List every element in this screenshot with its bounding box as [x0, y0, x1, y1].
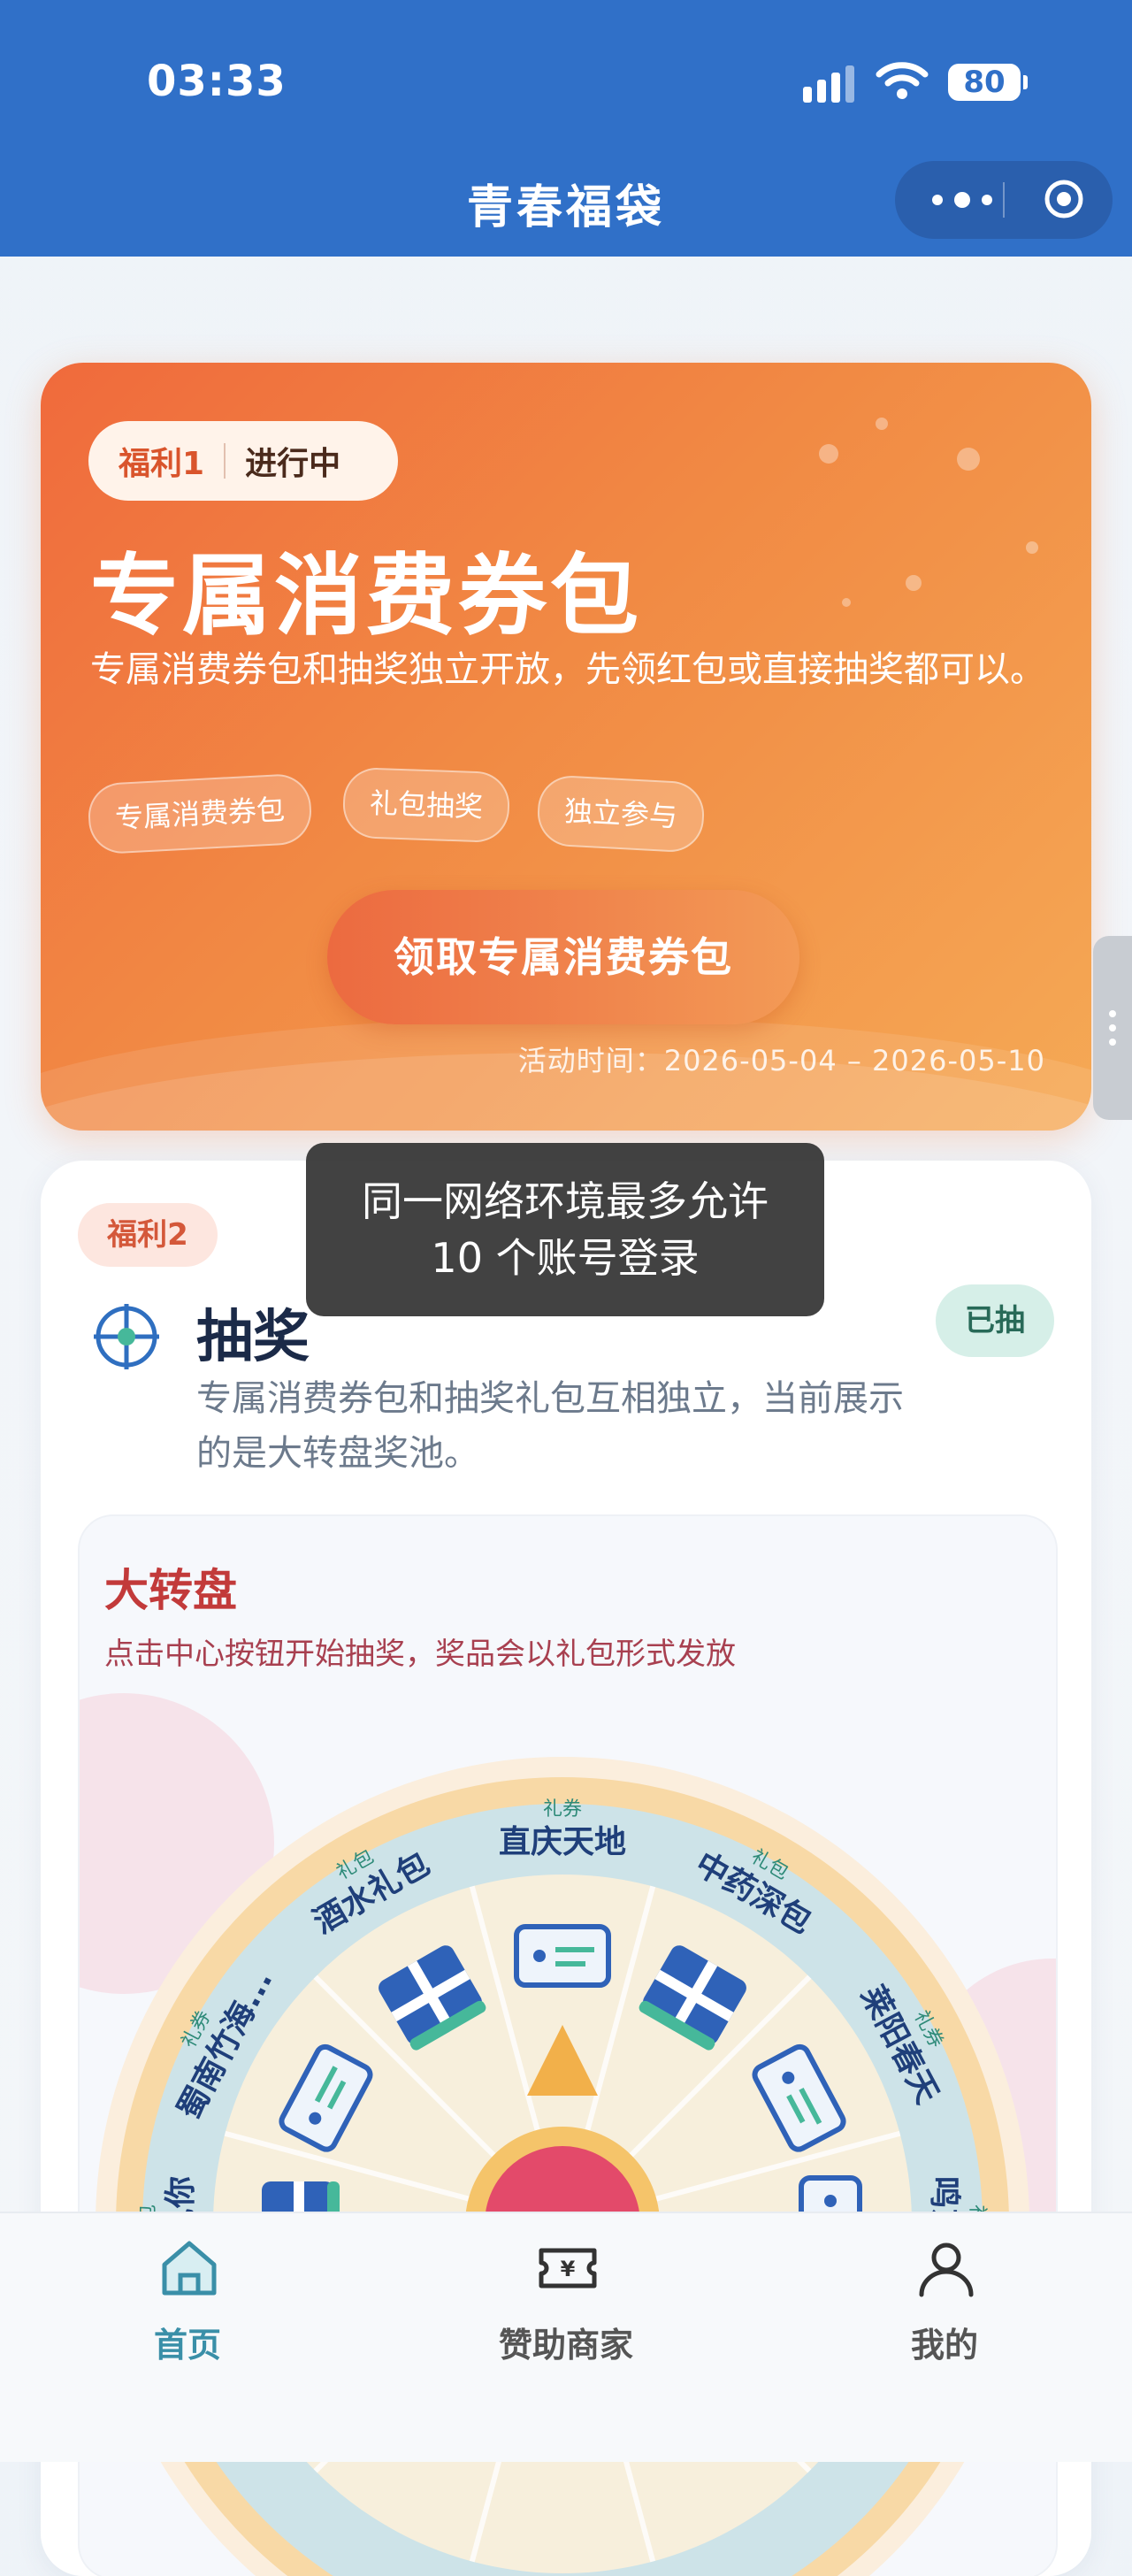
- decor-dot: [842, 598, 851, 607]
- wheel-title: 大转盘: [104, 1565, 237, 1616]
- svg-text:¥: ¥: [561, 2257, 576, 2281]
- status-time: 03:33: [147, 57, 287, 106]
- tag-independent: 独立参与: [536, 774, 706, 854]
- status-badge: 已抽: [936, 1284, 1054, 1357]
- user-icon: [919, 2242, 974, 2297]
- tab-label: 首页: [153, 2326, 221, 2365]
- capsule-divider: [1003, 182, 1005, 218]
- tab-label: 我的: [910, 2326, 978, 2365]
- toast-message: 同一网络环境最多允许 10 个账号登录: [306, 1143, 824, 1316]
- coupon-icon: [514, 1924, 611, 1988]
- bottom-tab-bar: 首页 ¥ 赞助商家 我的: [0, 2212, 1132, 2462]
- side-drawer-handle[interactable]: [1093, 936, 1132, 1120]
- lottery-description: 专属消费券包和抽奖礼包互相独立，当前展示的是大转盘奖池。: [196, 1378, 904, 1474]
- welfare-state: 进行中: [245, 446, 341, 482]
- welfare-card-coupon: 福利1 进行中 专属消费券包 专属消费券包和抽奖独立开放，先领红包或直接抽奖都可…: [41, 363, 1091, 1131]
- tab-home[interactable]: 首页: [55, 2213, 320, 2390]
- wheel-segment-type: 礼券: [543, 1798, 582, 1821]
- toast-text: 同一网络环境最多允许 10 个账号登录: [362, 1177, 769, 1282]
- home-icon: [162, 2241, 217, 2296]
- decor-dot: [1026, 541, 1038, 554]
- ticket-icon: ¥: [539, 2248, 597, 2288]
- tag-coupon: 专属消费券包: [87, 772, 313, 855]
- decor-dot: [957, 448, 980, 471]
- welfare-number: 福利2: [78, 1203, 218, 1267]
- decor-dot: [819, 444, 838, 464]
- welfare-title: 专属消费券包: [90, 544, 642, 648]
- lottery-title: 抽奖: [196, 1305, 310, 1370]
- wifi-icon: [876, 62, 929, 99]
- wheel-subtitle: 点击中心按钮开始抽奖，奖品会以礼包形式发放: [104, 1637, 736, 1672]
- battery-indicator: 80: [948, 64, 1028, 101]
- decor-dot: [876, 418, 888, 430]
- welfare-number: 福利1: [119, 446, 205, 482]
- more-icon[interactable]: [927, 188, 998, 212]
- wheel-segment-name: 直庆天地: [499, 1824, 626, 1860]
- welfare-badge: 福利1 进行中: [88, 421, 398, 501]
- tab-label: 赞助商家: [498, 2326, 633, 2365]
- decor-dot: [906, 575, 922, 591]
- top-bar: 03:33 80 青春福袋: [0, 0, 1132, 257]
- tab-profile[interactable]: 我的: [812, 2213, 1077, 2390]
- activity-time: 活动时间：2026-05-04 – 2026-05-10: [517, 1044, 1045, 1077]
- close-mini-program-icon[interactable]: [1044, 179, 1084, 219]
- mini-program-capsule: [895, 161, 1113, 239]
- tab-sponsors[interactable]: ¥ 赞助商家: [433, 2213, 699, 2390]
- signal-icon: [803, 62, 861, 103]
- badge-divider: [224, 443, 226, 479]
- claim-coupon-button[interactable]: 领取专属消费券包: [327, 890, 799, 1024]
- crosshair-icon: [94, 1304, 159, 1369]
- tag-gift-draw: 礼包抽奖: [341, 766, 511, 844]
- welfare-description: 专属消费券包和抽奖独立开放，先领红包或直接抽奖都可以。: [90, 649, 1045, 690]
